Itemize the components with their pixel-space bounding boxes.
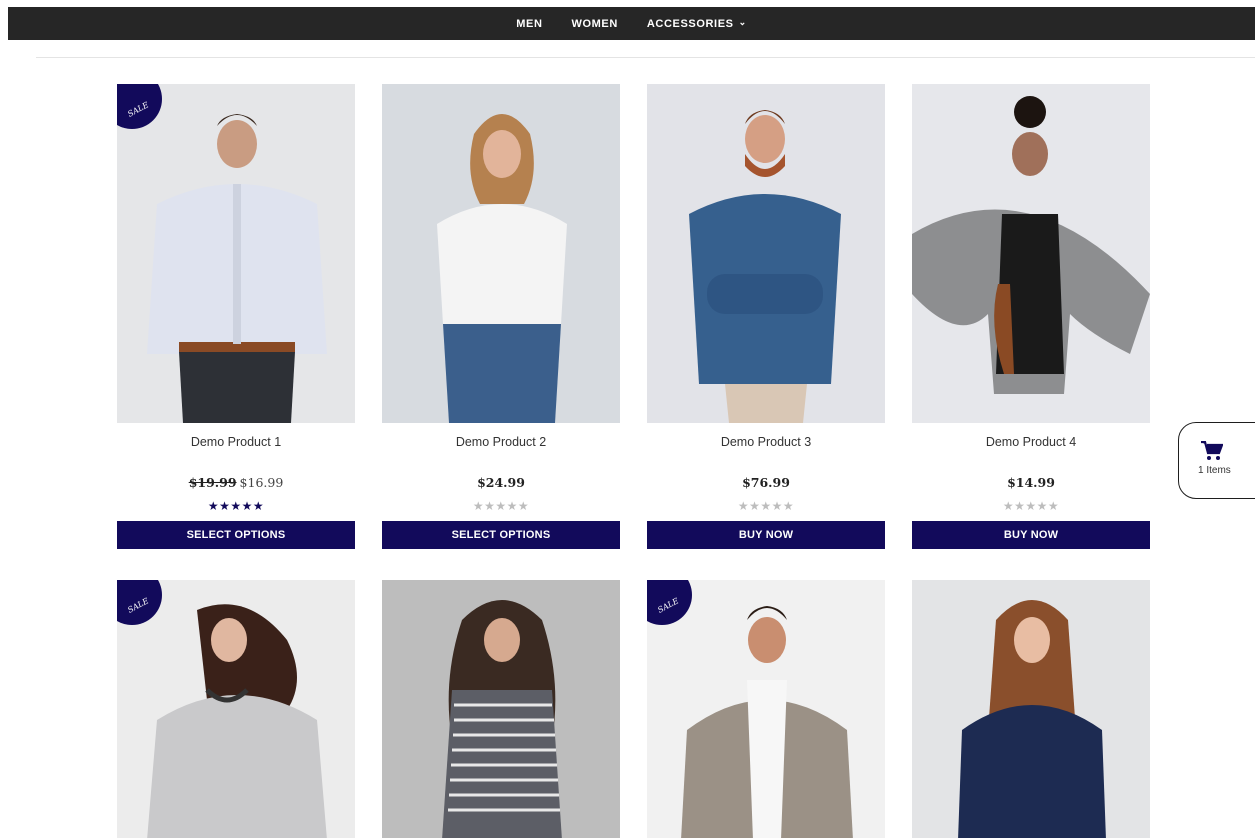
man-tweed-blazer-photo: [681, 606, 853, 838]
woman-grey-sweater-photo: [147, 604, 327, 838]
product-title[interactable]: Demo Product 1: [117, 435, 355, 453]
select-options-button[interactable]: SELECT OPTIONS: [117, 521, 355, 549]
buy-now-button[interactable]: BUY NOW: [647, 521, 885, 549]
header-divider: [36, 57, 1255, 58]
product-image-1[interactable]: SALE: [117, 84, 355, 423]
woman-striped-top-photo: [442, 600, 562, 838]
product-price: $14.99: [1007, 475, 1055, 490]
product-card-5: SALE: [117, 580, 355, 838]
nav-men[interactable]: MEN: [516, 18, 542, 30]
floating-cart[interactable]: 1 Items: [1178, 422, 1255, 499]
product-card-4: Demo Product 4 $14.99 ★★★★★ BUY NOW: [912, 84, 1150, 549]
product-price: $24.99: [477, 475, 525, 490]
product-card-8: [912, 580, 1150, 838]
product-card-3: Demo Product 3 $76.99 ★★★★★ BUY NOW: [647, 84, 885, 549]
product-title[interactable]: Demo Product 3: [647, 435, 885, 453]
woman-white-blouse-photo: [437, 114, 567, 423]
nav-women[interactable]: WOMEN: [572, 18, 618, 30]
buy-now-button[interactable]: BUY NOW: [912, 521, 1150, 549]
woman-grey-cardigan-photo: [912, 96, 1150, 394]
main-nav: MEN WOMEN ACCESSORIES ⌄: [8, 7, 1255, 40]
product-grid: SALE Demo Product 1 $19.99 $16.99 ★★★★★ S…: [117, 84, 1150, 838]
woman-navy-tee-photo: [958, 600, 1106, 838]
product-image-5[interactable]: SALE: [117, 580, 355, 838]
product-price: $19.99 $16.99: [117, 475, 355, 493]
product-card-6: [382, 580, 620, 838]
sale-price: $16.99: [239, 475, 284, 490]
product-card-1: SALE Demo Product 1 $19.99 $16.99 ★★★★★ S…: [117, 84, 355, 549]
chevron-down-icon: ⌄: [738, 17, 747, 27]
product-price: $76.99: [742, 475, 790, 490]
select-options-button[interactable]: SELECT OPTIONS: [382, 521, 620, 549]
product-image-8[interactable]: [912, 580, 1150, 838]
star-rating: ★★★★★: [737, 499, 795, 513]
nav-accessories-label: ACCESSORIES: [646, 17, 734, 30]
product-image-4[interactable]: [912, 84, 1150, 423]
nav-women-label: WOMEN: [571, 17, 618, 30]
cart-count-label: 1 Items: [1198, 465, 1231, 476]
product-image-6[interactable]: [382, 580, 620, 838]
nav-men-label: MEN: [516, 17, 543, 30]
nav-accessories[interactable]: ACCESSORIES ⌄: [646, 17, 747, 30]
cart-icon: [1201, 441, 1223, 460]
product-title[interactable]: Demo Product 4: [912, 435, 1150, 453]
product-image-7[interactable]: SALE: [647, 580, 885, 838]
star-rating: ★★★★★: [207, 499, 265, 513]
man-denim-shirt-photo: [689, 110, 841, 423]
star-rating: ★★★★★: [472, 499, 530, 513]
product-image-2[interactable]: [382, 84, 620, 423]
product-card-2: Demo Product 2 $24.99 ★★★★★ SELECT OPTIO…: [382, 84, 620, 549]
man-light-shirt-photo: [147, 114, 327, 423]
product-image-3[interactable]: [647, 84, 885, 423]
product-title[interactable]: Demo Product 2: [382, 435, 620, 453]
old-price: $19.99: [188, 475, 237, 490]
star-rating: ★★★★★: [1002, 499, 1060, 513]
product-card-7: SALE: [647, 580, 885, 838]
